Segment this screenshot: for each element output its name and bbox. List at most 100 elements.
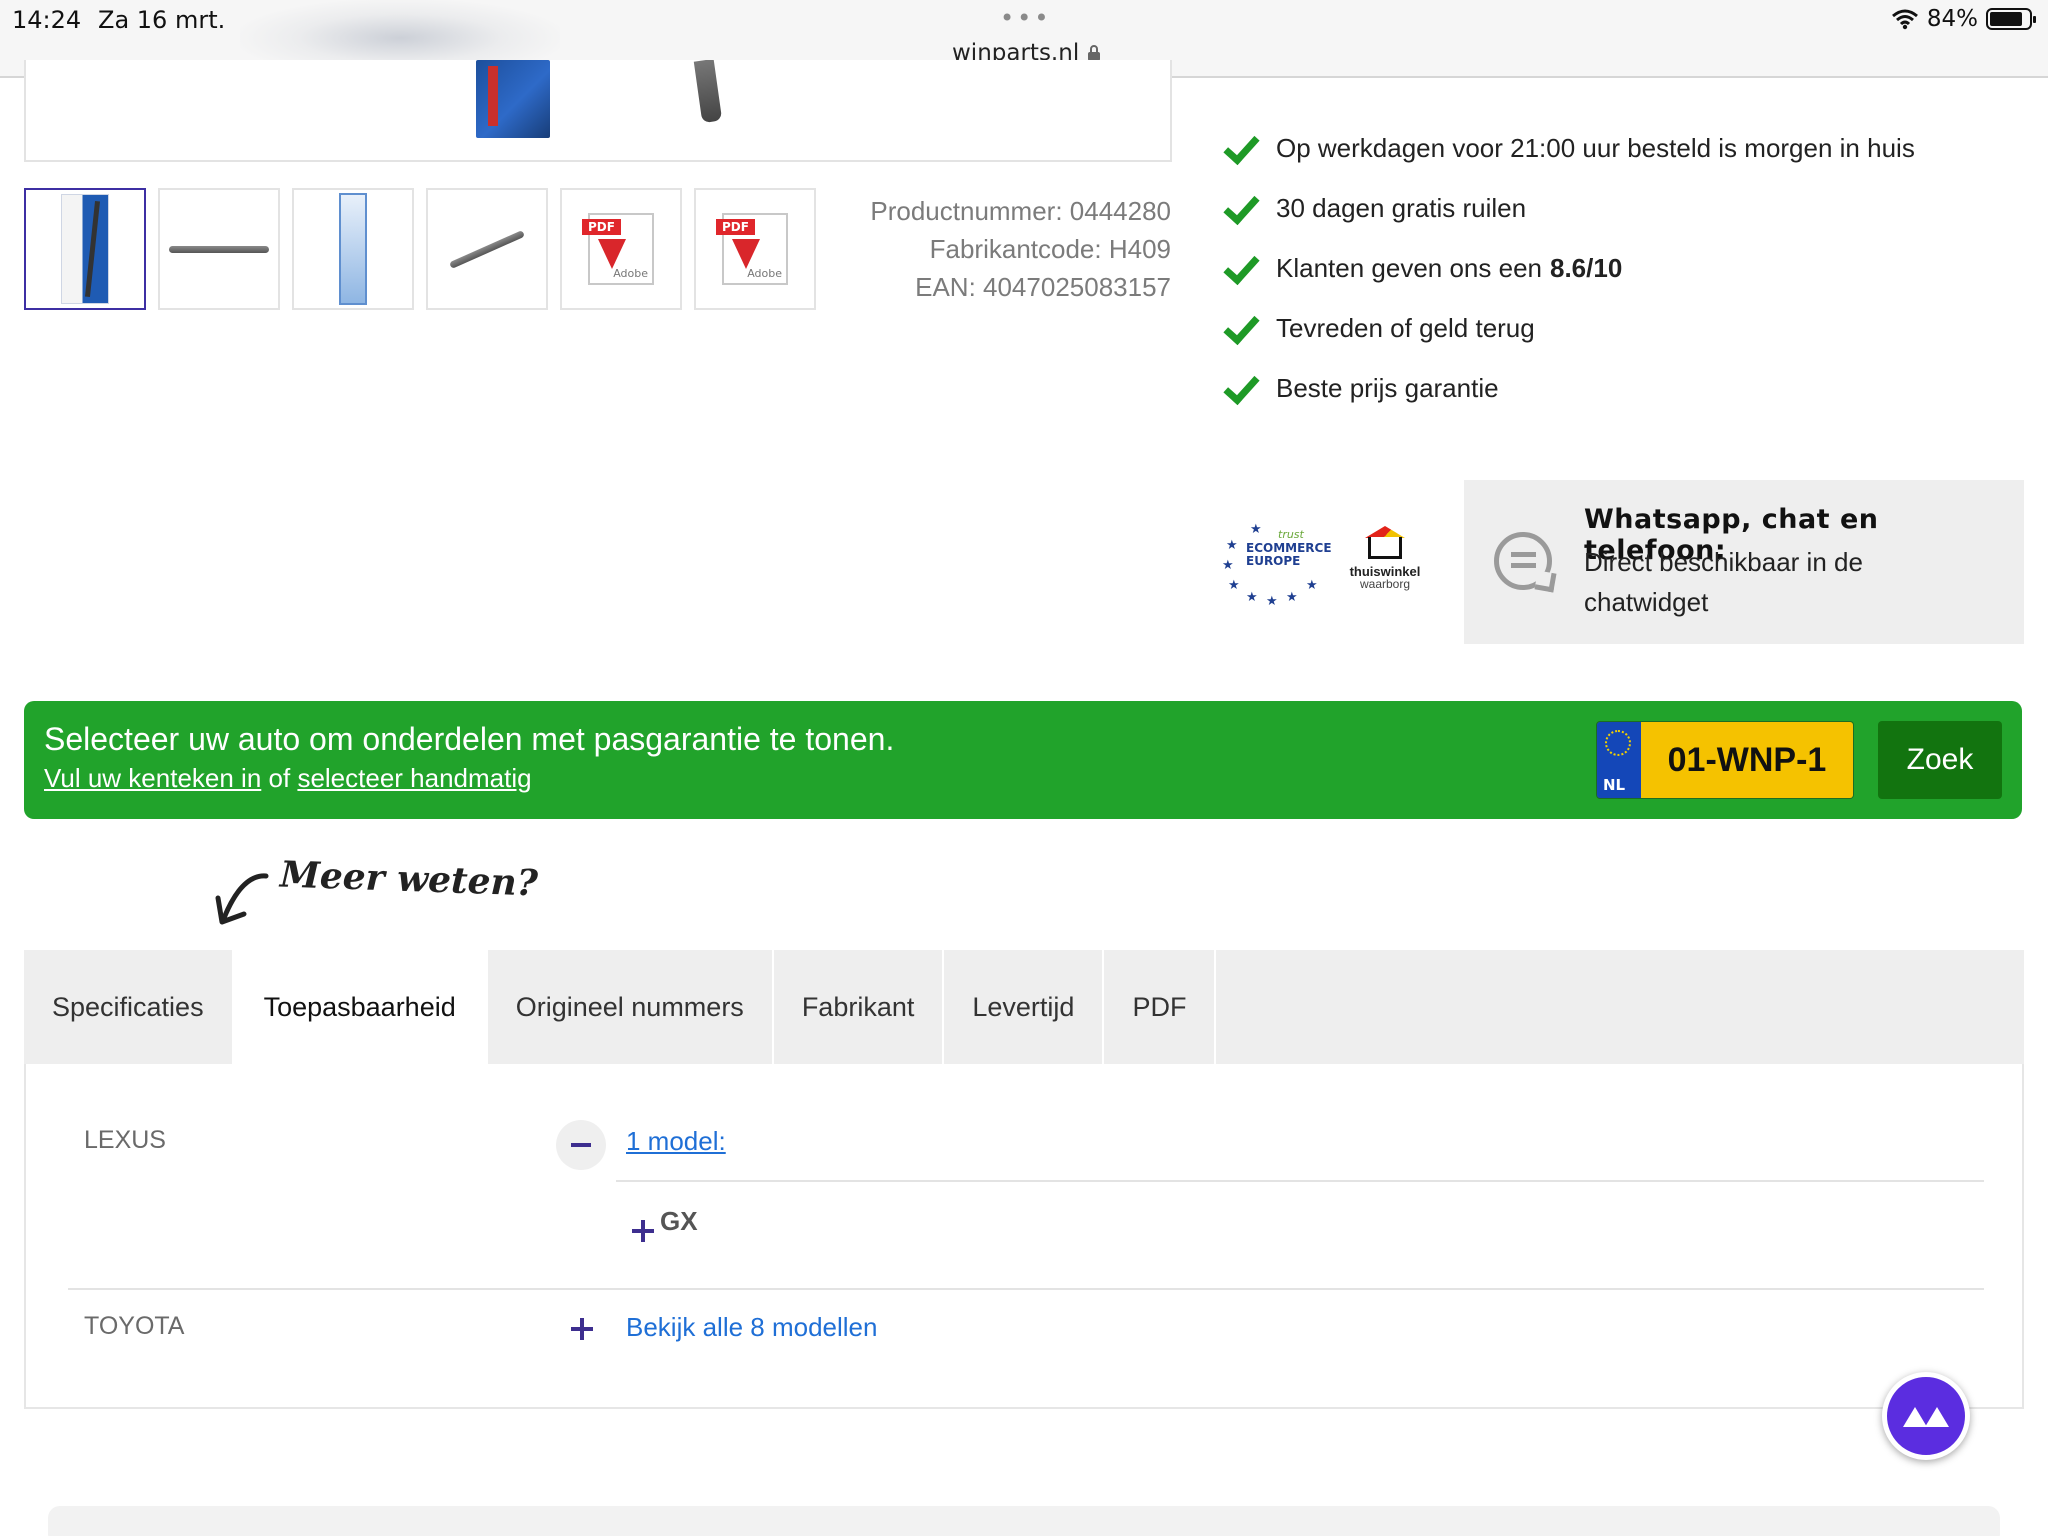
- thumbnail-pdf-2[interactable]: PDF Adobe: [694, 188, 816, 310]
- selector-links: Vul uw kenteken in of selecteer handmati…: [44, 763, 532, 794]
- tab-origineel-nummers[interactable]: Origineel nummers: [488, 950, 774, 1064]
- ecommerce-europe-badge[interactable]: ★ ★ ★ ★ ★ ★ ★ ★ trust ECOMMERCE EUROPE: [1222, 518, 1334, 609]
- pdf-tag: PDF: [716, 219, 755, 235]
- thumbnail-blade[interactable]: [158, 188, 280, 310]
- badge-trust-text: trust: [1278, 528, 1304, 541]
- badge-line-2: waarborg: [1359, 577, 1411, 591]
- expand-plus-icon[interactable]: [571, 1318, 593, 1340]
- selector-title: Selecteer uw auto om onderdelen met pasg…: [44, 721, 895, 757]
- package-image: [61, 194, 109, 304]
- main-product-image[interactable]: [24, 60, 1172, 162]
- star-icon: ★: [1246, 590, 1258, 605]
- tab-specificaties[interactable]: Specificaties: [24, 950, 234, 1064]
- star-icon: ★: [1306, 578, 1318, 593]
- connector-text: of: [268, 763, 291, 793]
- tab-toepasbaarheid[interactable]: Toepasbaarheid: [233, 950, 488, 1064]
- tab-levertijd[interactable]: Levertijd: [944, 950, 1105, 1064]
- pdf-icon: PDF Adobe: [716, 213, 788, 285]
- usp-item: 30 dagen gratis ruilen: [1222, 178, 1915, 238]
- download-arrow-icon: [732, 239, 760, 269]
- models-link[interactable]: Bekijk alle 8 modellen: [626, 1312, 877, 1343]
- usp-item: Beste prijs garantie: [1222, 358, 1915, 418]
- ean-code: EAN: 4047025083157: [915, 272, 1171, 302]
- thumbnail-pdf-1[interactable]: PDF Adobe: [560, 188, 682, 310]
- product-number: Productnummer: 0444280: [870, 196, 1171, 226]
- star-icon: ★: [1226, 538, 1238, 553]
- battery-icon: [1986, 8, 2036, 30]
- status-right: 84%: [1891, 6, 2036, 32]
- select-manual-link[interactable]: selecteer handmatig: [297, 763, 531, 793]
- battery-percent: 84%: [1926, 6, 1978, 32]
- pdf-brand: Adobe: [747, 267, 782, 280]
- star-icon: ★: [1250, 522, 1262, 537]
- wifi-icon: [1891, 9, 1918, 30]
- thuiswinkel-badge[interactable]: thuiswinkel waarborg: [1344, 526, 1426, 591]
- usp-text: Klanten geven ons een: [1276, 252, 1542, 283]
- chat-text: Direct beschikbaar in de chatwidget: [1584, 547, 1863, 617]
- house-icon: [1365, 526, 1405, 560]
- pdf-icon: PDF Adobe: [582, 213, 654, 285]
- chat-widget-button[interactable]: [1882, 1372, 1970, 1460]
- usp-text: Tevreden of geld terug: [1276, 312, 1535, 343]
- applicability-panel: LEXUS 1 model: TOYOTA Bekijk alle 8 mode…: [24, 1064, 2024, 1409]
- eu-flag-icon: NL: [1597, 722, 1641, 798]
- battery-fill: [1990, 12, 2022, 26]
- usp-list: Op werkdagen voor 21:00 uur besteld is m…: [1222, 118, 1915, 418]
- divider: [616, 1180, 1984, 1182]
- collapse-button[interactable]: [556, 1120, 606, 1170]
- license-plate-input[interactable]: NL 01-WNP-1: [1596, 721, 1854, 799]
- vehicle-selector-bar: Selecteer uw auto om onderdelen met pasg…: [24, 701, 2022, 819]
- wiper-blade-image: [693, 60, 723, 124]
- checkmark-icon: [1222, 370, 1258, 406]
- checkmark-icon: [1222, 310, 1258, 346]
- usp-item: Klanten geven ons een 8.6/10: [1222, 238, 1915, 298]
- status-time: 14:24: [12, 6, 82, 34]
- badge-line-2: EUROPE: [1246, 554, 1301, 568]
- eu-stars-icon: [1605, 730, 1631, 756]
- widget-logo-icon: [1903, 1407, 1949, 1427]
- more-dots-icon[interactable]: •••: [1000, 4, 1051, 32]
- brand-name: LEXUS: [84, 1126, 166, 1154]
- thumbnail-package[interactable]: [24, 188, 146, 310]
- box-image: [339, 193, 367, 305]
- next-section-card: [48, 1506, 2000, 1536]
- star-icon: ★: [1222, 558, 1234, 573]
- star-icon: ★: [1228, 578, 1240, 593]
- pdf-tag: PDF: [582, 219, 621, 235]
- pdf-brand: Adobe: [613, 267, 648, 280]
- chat-info-box[interactable]: Whatsapp, chat en telefoon: Direct besch…: [1464, 480, 2024, 644]
- star-icon: ★: [1286, 590, 1298, 605]
- thumbnail-box[interactable]: [292, 188, 414, 310]
- blade-image: [169, 245, 269, 253]
- product-meta: Productnummer: 0444280 Fabrikantcode: H4…: [870, 192, 1171, 306]
- status-date: Za 16 mrt.: [98, 6, 226, 34]
- meer-weten-label: Meer weten?: [279, 853, 539, 905]
- thumbnail-blade-diagonal[interactable]: [426, 188, 548, 310]
- model-name[interactable]: GX: [660, 1206, 698, 1237]
- usp-text: 30 dagen gratis ruilen: [1276, 192, 1527, 223]
- plate-value[interactable]: 01-WNP-1: [1641, 722, 1853, 798]
- divider: [68, 1288, 1984, 1290]
- tab-fabrikant[interactable]: Fabrikant: [774, 950, 945, 1064]
- star-icon: ★: [1266, 594, 1278, 609]
- expand-plus-icon[interactable]: [632, 1220, 654, 1242]
- usp-item: Tevreden of geld terug: [1222, 298, 1915, 358]
- chat-bubble-icon: [1494, 532, 1552, 590]
- models-link[interactable]: 1 model:: [626, 1126, 726, 1157]
- manufacturer-code: Fabrikantcode: H409: [929, 234, 1171, 264]
- usp-text: Beste prijs garantie: [1276, 372, 1499, 403]
- download-arrow-icon: [598, 239, 626, 269]
- plate-country: NL: [1603, 776, 1626, 794]
- enter-plate-link[interactable]: Vul uw kenteken in: [44, 763, 261, 793]
- search-button[interactable]: Zoek: [1878, 721, 2002, 799]
- usp-text: Op werkdagen voor 21:00 uur besteld is m…: [1276, 132, 1915, 163]
- curved-arrow-icon: [215, 873, 269, 925]
- thumbnail-strip: PDF Adobe PDF Adobe: [24, 188, 816, 310]
- checkmark-icon: [1222, 190, 1258, 226]
- minus-icon: [571, 1143, 591, 1147]
- tab-pdf[interactable]: PDF: [1104, 950, 1217, 1064]
- checkmark-icon: [1222, 250, 1258, 286]
- product-tabs: Specificaties Toepasbaarheid Origineel n…: [24, 950, 2024, 1064]
- wiper-package-image: [476, 60, 550, 138]
- brand-name: TOYOTA: [84, 1312, 185, 1340]
